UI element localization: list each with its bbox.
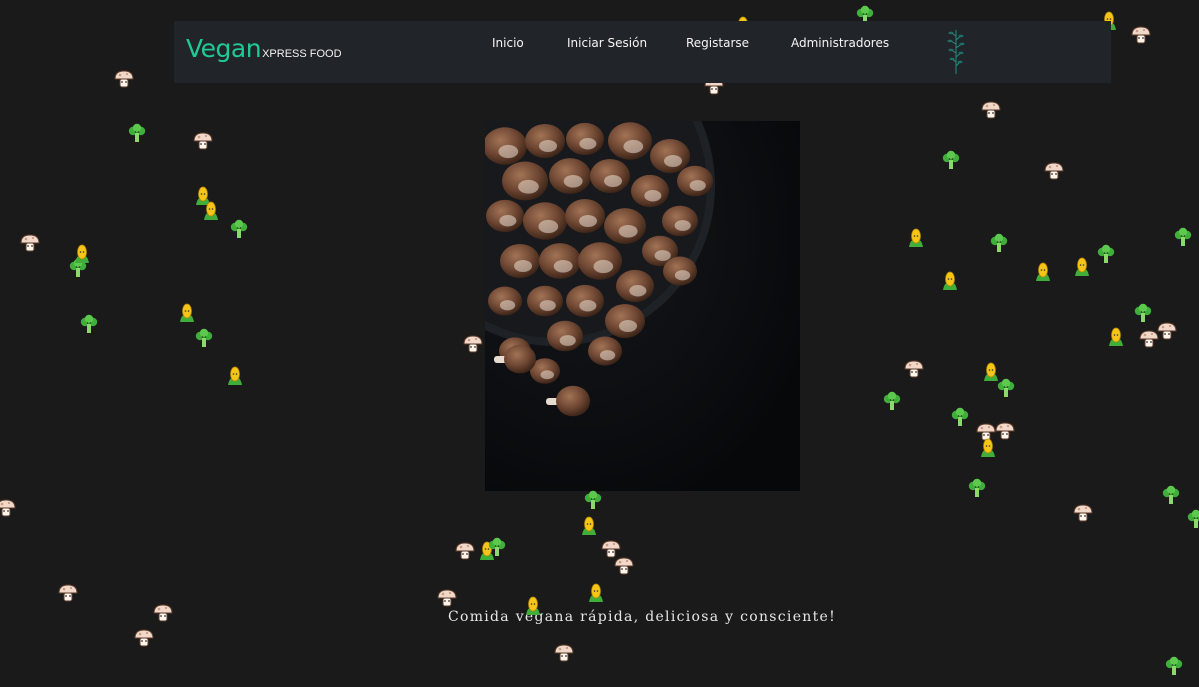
mushroom-icon [192, 130, 214, 152]
mushroom-icon [553, 642, 575, 664]
broccoli-icon [1185, 509, 1199, 531]
corn-icon [71, 243, 93, 265]
mushroom-icon [903, 358, 925, 380]
broccoli-icon [940, 150, 962, 172]
nav-link-registarse[interactable]: Registarse [686, 36, 749, 50]
broccoli-icon [1132, 303, 1154, 325]
mushroom-icon [133, 627, 155, 649]
herb-icon [947, 30, 965, 74]
mushroom-icon [462, 333, 484, 355]
mushroom-icon [113, 68, 135, 90]
mushroom-icon [57, 582, 79, 604]
mushroom-icon [454, 540, 476, 562]
broccoli-icon [995, 378, 1017, 400]
corn-icon [224, 365, 246, 387]
corn-icon [939, 270, 961, 292]
mushroom-icon [19, 232, 41, 254]
corn-icon [1071, 256, 1093, 278]
corn-icon [522, 595, 544, 617]
page: Vegan XPRESS FOOD Inicio Iniciar Sesión … [0, 0, 1199, 687]
broccoli-icon [193, 328, 215, 350]
broccoli-icon [1095, 244, 1117, 266]
broccoli-icon [881, 391, 903, 413]
nav-link-inicio[interactable]: Inicio [492, 36, 524, 50]
broccoli-icon [1172, 227, 1194, 249]
corn-icon [1032, 261, 1054, 283]
mushroom-icon [980, 99, 1002, 121]
corn-icon [905, 227, 927, 249]
brand-logo[interactable]: Vegan XPRESS FOOD [186, 34, 342, 63]
brand-main-text: Vegan [186, 34, 262, 63]
broccoli-icon [1160, 485, 1182, 507]
corn-icon [176, 302, 198, 324]
broccoli-icon [126, 123, 148, 145]
brand-sub-text: XPRESS FOOD [262, 48, 342, 60]
corn-icon [977, 437, 999, 459]
tagline: Comida vegana rápida, deliciosa y consci… [447, 609, 837, 625]
corn-icon [1105, 326, 1127, 348]
broccoli-icon [1163, 656, 1185, 678]
mushrooms-bowl-photo [485, 121, 800, 491]
broccoli-icon [582, 490, 604, 512]
broccoli-icon [988, 233, 1010, 255]
corn-icon [200, 200, 222, 222]
broccoli-icon [486, 537, 508, 559]
mushroom-icon [0, 497, 17, 519]
broccoli-icon [78, 314, 100, 336]
broccoli-icon [949, 407, 971, 429]
mushroom-icon [436, 587, 458, 609]
mushroom-icon [1130, 24, 1152, 46]
mushroom-icon [1043, 160, 1065, 182]
navbar: Vegan XPRESS FOOD Inicio Iniciar Sesión … [174, 21, 1111, 83]
mushroom-icon [613, 555, 635, 577]
broccoli-icon [228, 219, 250, 241]
corn-icon [585, 582, 607, 604]
corn-icon [578, 515, 600, 537]
broccoli-icon [966, 478, 988, 500]
nav-link-administradores[interactable]: Administradores [791, 36, 889, 50]
nav-link-iniciar-sesion[interactable]: Iniciar Sesión [567, 36, 647, 50]
mushroom-icon [1072, 502, 1094, 524]
mushroom-icon [1156, 320, 1178, 342]
